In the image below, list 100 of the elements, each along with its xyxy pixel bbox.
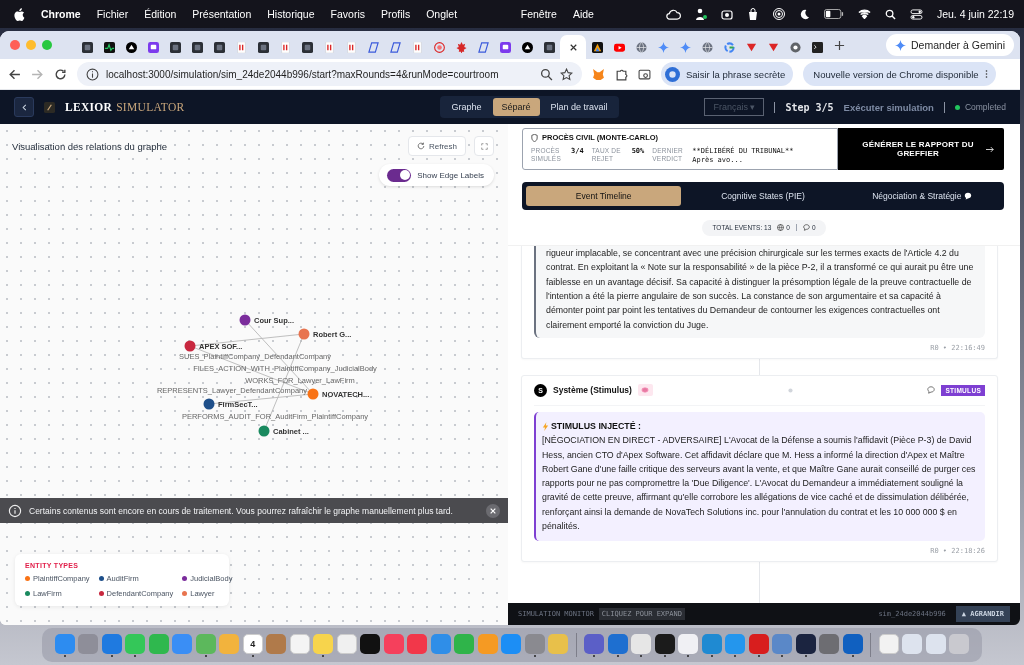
shield-icon [531,133,538,142]
ring-icon [723,41,735,53]
toast-message: Certains contenus sont encore en cours de traitement. Vous pourrez rafraîchir le graphe manuellement plus tard. [29,505,454,516]
back-arrow-icon[interactable] [8,67,21,81]
menu-clock[interactable]: Jeu. 4 juin 22:19 [936,8,1014,20]
new-tab-icon[interactable] [834,39,845,51]
apple-logo-icon[interactable] [14,7,25,21]
triangle-icon [767,41,779,53]
wifi-icon[interactable] [857,9,871,19]
update-chrome-button[interactable]: Nouvelle version de Chrome disponible [803,62,996,86]
refresh-button[interactable]: Refresh [408,136,466,156]
broadcast-icon[interactable] [772,8,785,20]
tab-search-icon[interactable] [638,67,651,81]
chat-icon [147,41,159,53]
app-icon[interactable]: 4 [242,633,263,654]
graph-node[interactable] [258,425,270,437]
pulse-icon [103,41,115,53]
play-icon [613,41,625,53]
menu-item[interactable]: Fenêtre [520,8,557,20]
forward-arrow-icon[interactable] [31,67,44,81]
battery-icon[interactable] [823,9,844,19]
menu-item[interactable]: Profils [381,8,411,20]
event-message: rigueur implacable, se concentrant avec une précision chirurgicale sur les termes exacts de l'Article 4.2 du contrat. En exploitant la « Note sur la responsabilité » de la pièce P-2, il a transformé ce qui aurait pu être une faiblesse en un avantage décisif. Sa capacité à distinguer la présomption légale de la preuve contractuelle de l'intention a été la pierre angulaire de son succès. La constance de son argumentaire et sa capacité à démonter point par point les tentatives du Demandeur de contourner les exigences contractuelles ont clairement emporté la conviction du Juge. [534,246,985,338]
parallelogram-icon [477,41,489,53]
globe-icon [777,224,785,232]
menu-item[interactable]: Onglet [426,8,458,20]
address-bar[interactable]: localhost:3000/simulation/sim_24de2044b996/start?maxRounds=4&runMode=courtroom [77,62,582,86]
close-icon[interactable] [486,503,500,518]
app-icon [301,41,313,53]
zoom-window-icon[interactable] [42,40,52,50]
bag-icon[interactable] [746,8,759,20]
document-icon [411,41,423,53]
app-icon[interactable] [654,633,675,654]
timeline-dot-icon [787,387,793,393]
passphrase-button[interactable]: Saisir la phrase secrète [661,62,794,86]
arrow-right-icon [986,145,994,153]
puzzle-icon[interactable] [615,67,628,81]
document-icon [323,41,335,53]
gemini-button[interactable]: Demander à Gemini [886,34,1014,56]
report-button[interactable]: GÉNÉRER LE RAPPORT DU GREFFIER [838,128,1004,171]
cloud-icon[interactable] [665,8,681,20]
panel-title: Visualisation des relations du graphe [12,140,169,152]
status-dot [954,104,960,110]
control-center-icon[interactable] [909,8,923,20]
refresh-icon [417,142,425,150]
app-icon[interactable] [360,633,381,654]
graph-node[interactable] [203,398,215,410]
chat-icon [802,224,810,232]
menu-item[interactable]: Fichier [96,8,129,20]
app-icon [257,41,269,53]
menu-item[interactable]: Favoris [330,8,365,20]
status-text: Completed [964,102,1006,112]
graph-node[interactable] [239,314,251,326]
sparkle-icon [657,41,669,53]
view-tab[interactable]: Plan de travail [541,98,617,116]
graph-node[interactable] [184,340,196,352]
circle-icon [789,41,801,53]
menu-app-name[interactable]: Chrome [41,8,81,20]
app-icon [81,41,93,53]
edge-labels-toggle[interactable]: Show Edge Labels [379,164,494,186]
document-icon [235,41,247,53]
graph-node[interactable] [307,388,319,400]
back-button[interactable] [14,97,34,117]
app-icon[interactable] [795,633,816,654]
close-window-icon[interactable] [10,40,20,50]
chevron-left-icon [20,103,28,111]
reload-icon[interactable] [54,67,67,81]
panel-tab[interactable]: Cognitive States (PIE) [685,186,841,207]
sparkle-icon [895,39,907,51]
view-tab[interactable]: Graphe [442,98,491,116]
menu-item[interactable]: Aide [572,8,594,20]
document-icon [279,41,291,53]
graph-node[interactable] [298,328,310,340]
logo-icon [44,101,55,113]
person-icon[interactable] [694,8,707,20]
toggle-switch[interactable] [387,168,412,182]
chat-icon [499,41,511,53]
view-tab[interactable]: Séparé [492,98,540,116]
search-icon[interactable] [884,8,896,20]
stimulus-text: [NÉGOCIATION EN DIRECT - ADVERSAIRE] L'Avocat de la Défense a soumis l'affidavit (Pièce P-3) de David Hess, ancien CTO d'Apex Software. Cet affidavit déclare que M. Hess a informé la direction d'Apex et Maître Robert Gane d'une faille critique des serveurs avant la vente, et que Maître Gane aurait conseillé de purger ces rapports pour ne pas compromettre la 'Due Diligence'. L'Avocat du Demandeur a immédiatement souligné la gravité de cette preuve, affirmant qu'elle corrobore les allégations de vice caché et de dissimulation délibérée, renforçant ainsi la demande de NovaTech Solutions inc. pour l'annulation du contrat et les 10 000 000 $ en pénalités. [542,434,977,534]
fox-icon[interactable] [592,67,605,81]
menu-item[interactable]: Édition [144,8,177,20]
app-icon [591,41,603,53]
logo-text: LEXIOR [65,101,113,113]
info-icon [8,503,22,518]
moon-icon[interactable] [798,8,810,20]
app-icon [191,41,203,53]
menu-item[interactable]: Historique [267,8,315,20]
app-icon [169,41,181,53]
stimulus-heading: STIMULUS INJECTÉ : [551,419,641,433]
target-icon [433,41,445,53]
step-counter: Step 3/5 [785,101,834,113]
lightning-icon [542,421,549,431]
panel-tab[interactable]: Event Timeline [526,186,682,207]
menu-item[interactable]: Présentation [192,8,252,20]
step-label: Exécuter simulation [843,101,934,113]
panel-tab[interactable]: Négociation & Stratégie [844,186,1000,207]
parallelogram-icon [389,41,401,53]
document-icon [345,41,357,53]
camera-icon[interactable] [720,8,733,20]
